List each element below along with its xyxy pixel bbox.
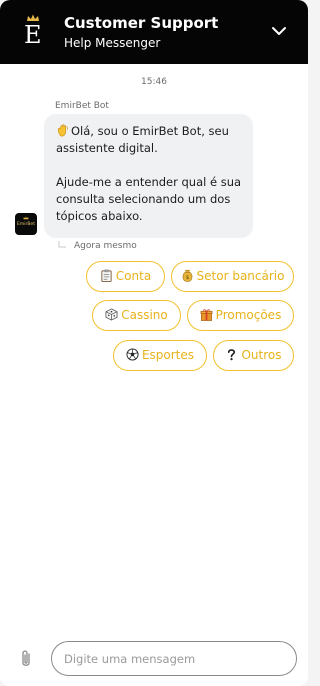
chevron-down-icon[interactable] — [270, 24, 288, 38]
message-composer — [0, 628, 308, 686]
chat-subtitle: Help Messenger — [64, 36, 161, 50]
quick-reply-promocoes[interactable]: Promoções — [187, 300, 294, 331]
svg-text:$: $ — [185, 275, 189, 281]
bot-name: EmirBet Bot — [55, 101, 109, 111]
bot-avatar: EmirBet — [15, 213, 37, 235]
quick-reply-esportes[interactable]: Esportes — [113, 340, 207, 371]
sent-time: Agora mesmo — [74, 241, 137, 251]
gift-icon — [200, 309, 213, 321]
message-text-instructions: Ajude-me a entender qual é sua consulta … — [56, 175, 242, 223]
soccer-ball-icon — [126, 348, 139, 361]
quick-reply-conta[interactable]: Conta — [86, 261, 165, 292]
sent-indicator-icon — [58, 241, 66, 248]
chat-header: E Customer Support Help Messenger — [0, 0, 308, 64]
waving-hand-icon — [57, 124, 68, 137]
dice-icon — [105, 308, 118, 321]
question-mark-icon — [228, 349, 236, 361]
bot-message-bubble: Olá, sou o EmirBet Bot, seu assistente d… — [44, 114, 253, 238]
message-input[interactable] — [51, 641, 297, 676]
quick-reply-outros[interactable]: Outros — [213, 340, 294, 371]
quick-reply-setor-bancario[interactable]: $ Setor bancário — [171, 261, 294, 292]
quick-reply-cassino[interactable]: Cassino — [92, 300, 181, 331]
crown-icon — [23, 216, 29, 220]
emirbet-logo: E — [22, 14, 44, 49]
money-bag-icon: $ — [182, 269, 192, 282]
avatar-label: EmirBet — [17, 222, 35, 227]
logo-letter: E — [24, 21, 42, 49]
chat-widget: E Customer Support Help Messenger 15:46 … — [0, 0, 308, 686]
clipboard-icon — [101, 269, 112, 282]
chat-title: Customer Support — [64, 14, 219, 32]
message-timestamp: 15:46 — [141, 77, 167, 87]
paperclip-icon[interactable] — [19, 649, 33, 669]
message-text-intro: Olá, sou o EmirBet Bot, seu assistente d… — [56, 124, 229, 155]
